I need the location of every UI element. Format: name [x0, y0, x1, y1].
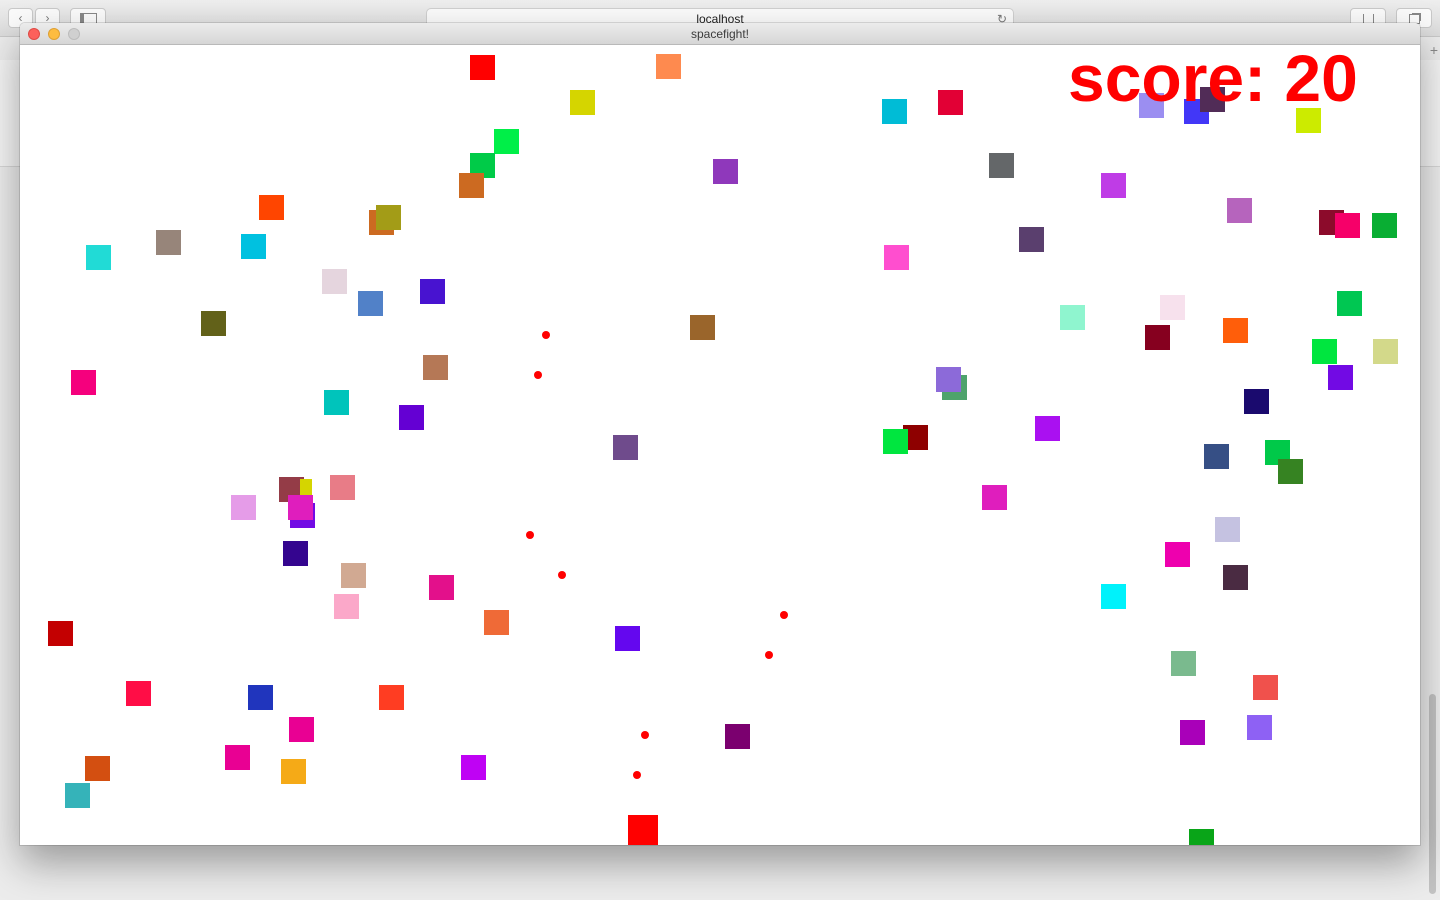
- enemy-block: [86, 245, 111, 270]
- enemy-block: [882, 99, 907, 124]
- enemy-block: [1312, 339, 1337, 364]
- enemy-block: [322, 269, 347, 294]
- enemy-block: [1035, 416, 1060, 441]
- enemy-block: [420, 279, 445, 304]
- enemy-block: [1189, 829, 1214, 845]
- enemy-block: [324, 390, 349, 415]
- enemy-block: [982, 485, 1007, 510]
- window-title: spacefight!: [690, 27, 750, 41]
- enemy-block: [126, 681, 151, 706]
- enemy-block: [423, 355, 448, 380]
- enemy-block: [231, 495, 256, 520]
- enemy-block: [65, 783, 90, 808]
- enemy-block: [1101, 173, 1126, 198]
- enemy-block: [399, 405, 424, 430]
- title-bar[interactable]: spacefight!: [20, 23, 1420, 45]
- enemy-block: [1227, 198, 1252, 223]
- enemy-block: [938, 90, 963, 115]
- enemy-block: [429, 575, 454, 600]
- enemy-block: [1244, 389, 1269, 414]
- enemy-block: [656, 54, 681, 79]
- bullet: [542, 331, 550, 339]
- enemy-block: [459, 173, 484, 198]
- enemy-block: [1180, 720, 1205, 745]
- enemy-block: [1223, 318, 1248, 343]
- enemy-block: [1373, 339, 1398, 364]
- bullet: [641, 731, 649, 739]
- enemy-block: [615, 626, 640, 651]
- enemy-block: [884, 245, 909, 270]
- enemy-block: [1160, 295, 1185, 320]
- enemy-block: [725, 724, 750, 749]
- enemy-block: [330, 475, 355, 500]
- enemy-block: [289, 717, 314, 742]
- enemy-block: [470, 55, 495, 80]
- enemy-block: [281, 759, 306, 784]
- bullet: [633, 771, 641, 779]
- player-ship[interactable]: [628, 815, 658, 845]
- enemy-block: [1278, 459, 1303, 484]
- enemy-block: [85, 756, 110, 781]
- enemy-block: [1019, 227, 1044, 252]
- bullet: [558, 571, 566, 579]
- enemy-block: [225, 745, 250, 770]
- enemy-block: [1145, 325, 1170, 350]
- enemy-block: [1337, 291, 1362, 316]
- enemy-block: [376, 205, 401, 230]
- enemy-block: [248, 685, 273, 710]
- enemy-block: [201, 311, 226, 336]
- enemy-block: [613, 435, 638, 460]
- browser-scrollbar[interactable]: [1429, 694, 1436, 894]
- enemy-block: [570, 90, 595, 115]
- enemy-block: [1372, 213, 1397, 238]
- enemy-block: [341, 563, 366, 588]
- score-display: score: 20: [1068, 45, 1358, 115]
- enemy-block: [1223, 565, 1248, 590]
- enemy-block: [989, 153, 1014, 178]
- enemy-block: [484, 610, 509, 635]
- enemy-block: [1060, 305, 1085, 330]
- enemy-block: [1101, 584, 1126, 609]
- enemy-block: [690, 315, 715, 340]
- enemy-block: [1247, 715, 1272, 740]
- enemy-block: [334, 594, 359, 619]
- enemy-block: [259, 195, 284, 220]
- enemy-block: [71, 370, 96, 395]
- enemy-block: [283, 541, 308, 566]
- enemy-block: [461, 755, 486, 780]
- bullet: [534, 371, 542, 379]
- enemy-block: [288, 495, 313, 520]
- enemy-block: [156, 230, 181, 255]
- enemy-block: [1171, 651, 1196, 676]
- enemy-block: [1204, 444, 1229, 469]
- enemy-block: [358, 291, 383, 316]
- new-tab-icon[interactable]: +: [1430, 42, 1438, 58]
- enemy-block: [48, 621, 73, 646]
- enemy-block: [494, 129, 519, 154]
- enemy-block: [1253, 675, 1278, 700]
- game-canvas[interactable]: score: 20: [20, 45, 1420, 845]
- enemy-block: [1335, 213, 1360, 238]
- enemy-block: [1215, 517, 1240, 542]
- enemy-block: [713, 159, 738, 184]
- bullet: [765, 651, 773, 659]
- enemy-block: [1165, 542, 1190, 567]
- game-window: spacefight! score: 20: [20, 23, 1420, 845]
- enemy-block: [1328, 365, 1353, 390]
- enemy-block: [379, 685, 404, 710]
- enemy-block: [241, 234, 266, 259]
- enemy-block: [936, 367, 961, 392]
- bullet: [526, 531, 534, 539]
- enemy-block: [883, 429, 908, 454]
- bullet: [780, 611, 788, 619]
